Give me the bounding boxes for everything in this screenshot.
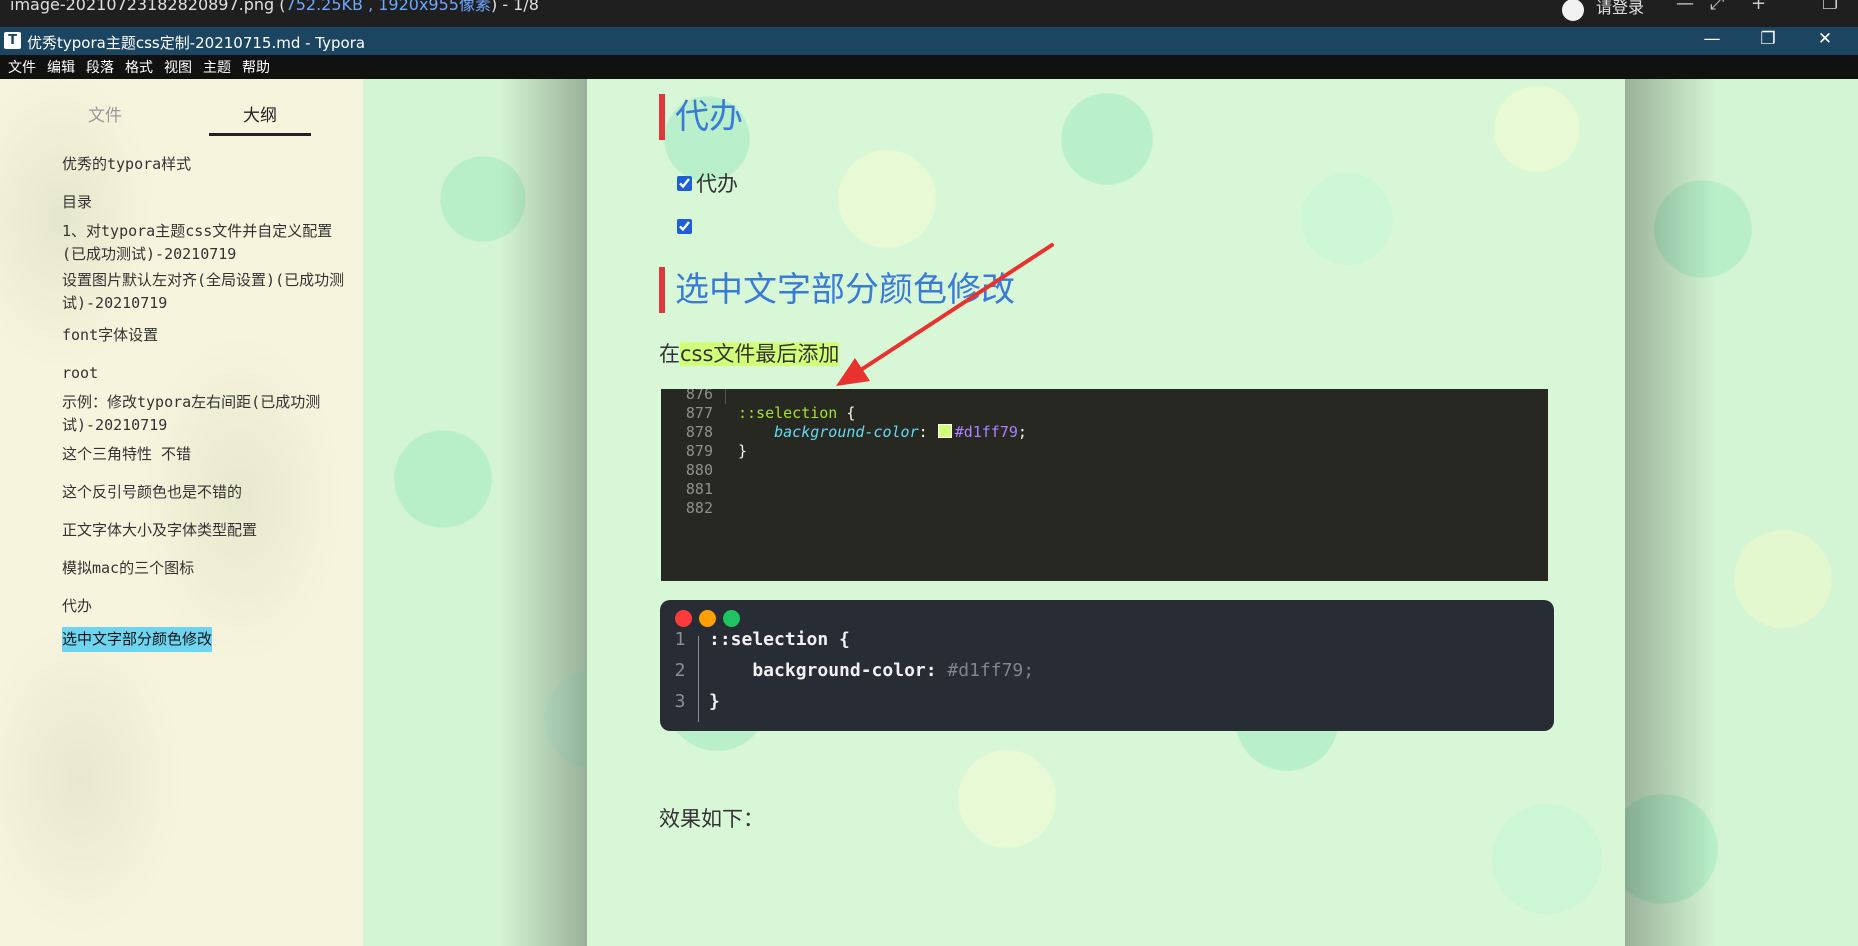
viewer-login[interactable]: 请登录	[1562, 0, 1644, 21]
menu-paragraph[interactable]: 段落	[86, 57, 114, 77]
viewer-zoom-icon[interactable]: +	[1751, 0, 1766, 14]
viewer-file-size: 752.25KB , 1920x955像素	[285, 0, 491, 14]
menu-help[interactable]: 帮助	[242, 57, 270, 77]
viewer-restore-icon[interactable]: ❐	[1822, 0, 1838, 14]
menu-theme[interactable]: 主题	[203, 57, 231, 77]
menu-edit[interactable]: 编辑	[47, 57, 75, 77]
menubar: 文件 编辑 段落 格式 视图 主题 帮助	[0, 55, 1858, 79]
typora-app-icon: T	[4, 32, 21, 49]
menu-view[interactable]: 视图	[164, 57, 192, 77]
annotation-arrow-icon	[836, 243, 1054, 386]
arrow-head	[836, 358, 870, 386]
avatar[interactable]	[1562, 0, 1584, 21]
viewer-page-count: ) - 1/8	[490, 0, 539, 14]
minimize-button[interactable]: —	[1700, 29, 1724, 49]
main-area: 文件 大纲 优秀的typora样式 目录 1、对typora主题css文件并自定…	[0, 79, 1858, 946]
arrow-shaft	[848, 243, 1054, 379]
menu-file[interactable]: 文件	[8, 57, 36, 77]
window-titlebar: T 优秀typora主题css定制-20210715.md - Typora —…	[0, 27, 1858, 55]
viewer-file-info: image-20210723182820897.png (752.25KB , …	[10, 0, 539, 15]
image-viewer-bar: image-20210723182820897.png (752.25KB , …	[0, 0, 1858, 27]
login-label[interactable]: 请登录	[1596, 0, 1644, 18]
window-title: 优秀typora主题css定制-20210715.md - Typora	[27, 34, 366, 52]
close-button[interactable]: ✕	[1813, 29, 1837, 49]
menu-format[interactable]: 格式	[125, 57, 153, 77]
maximize-button[interactable]: ❐	[1756, 29, 1780, 49]
viewer-minimize-icon[interactable]: —	[1676, 0, 1694, 14]
viewer-file-name: image-20210723182820897.png (	[10, 0, 286, 14]
viewer-fullscreen-icon[interactable]: ⤢	[1710, 0, 1724, 14]
